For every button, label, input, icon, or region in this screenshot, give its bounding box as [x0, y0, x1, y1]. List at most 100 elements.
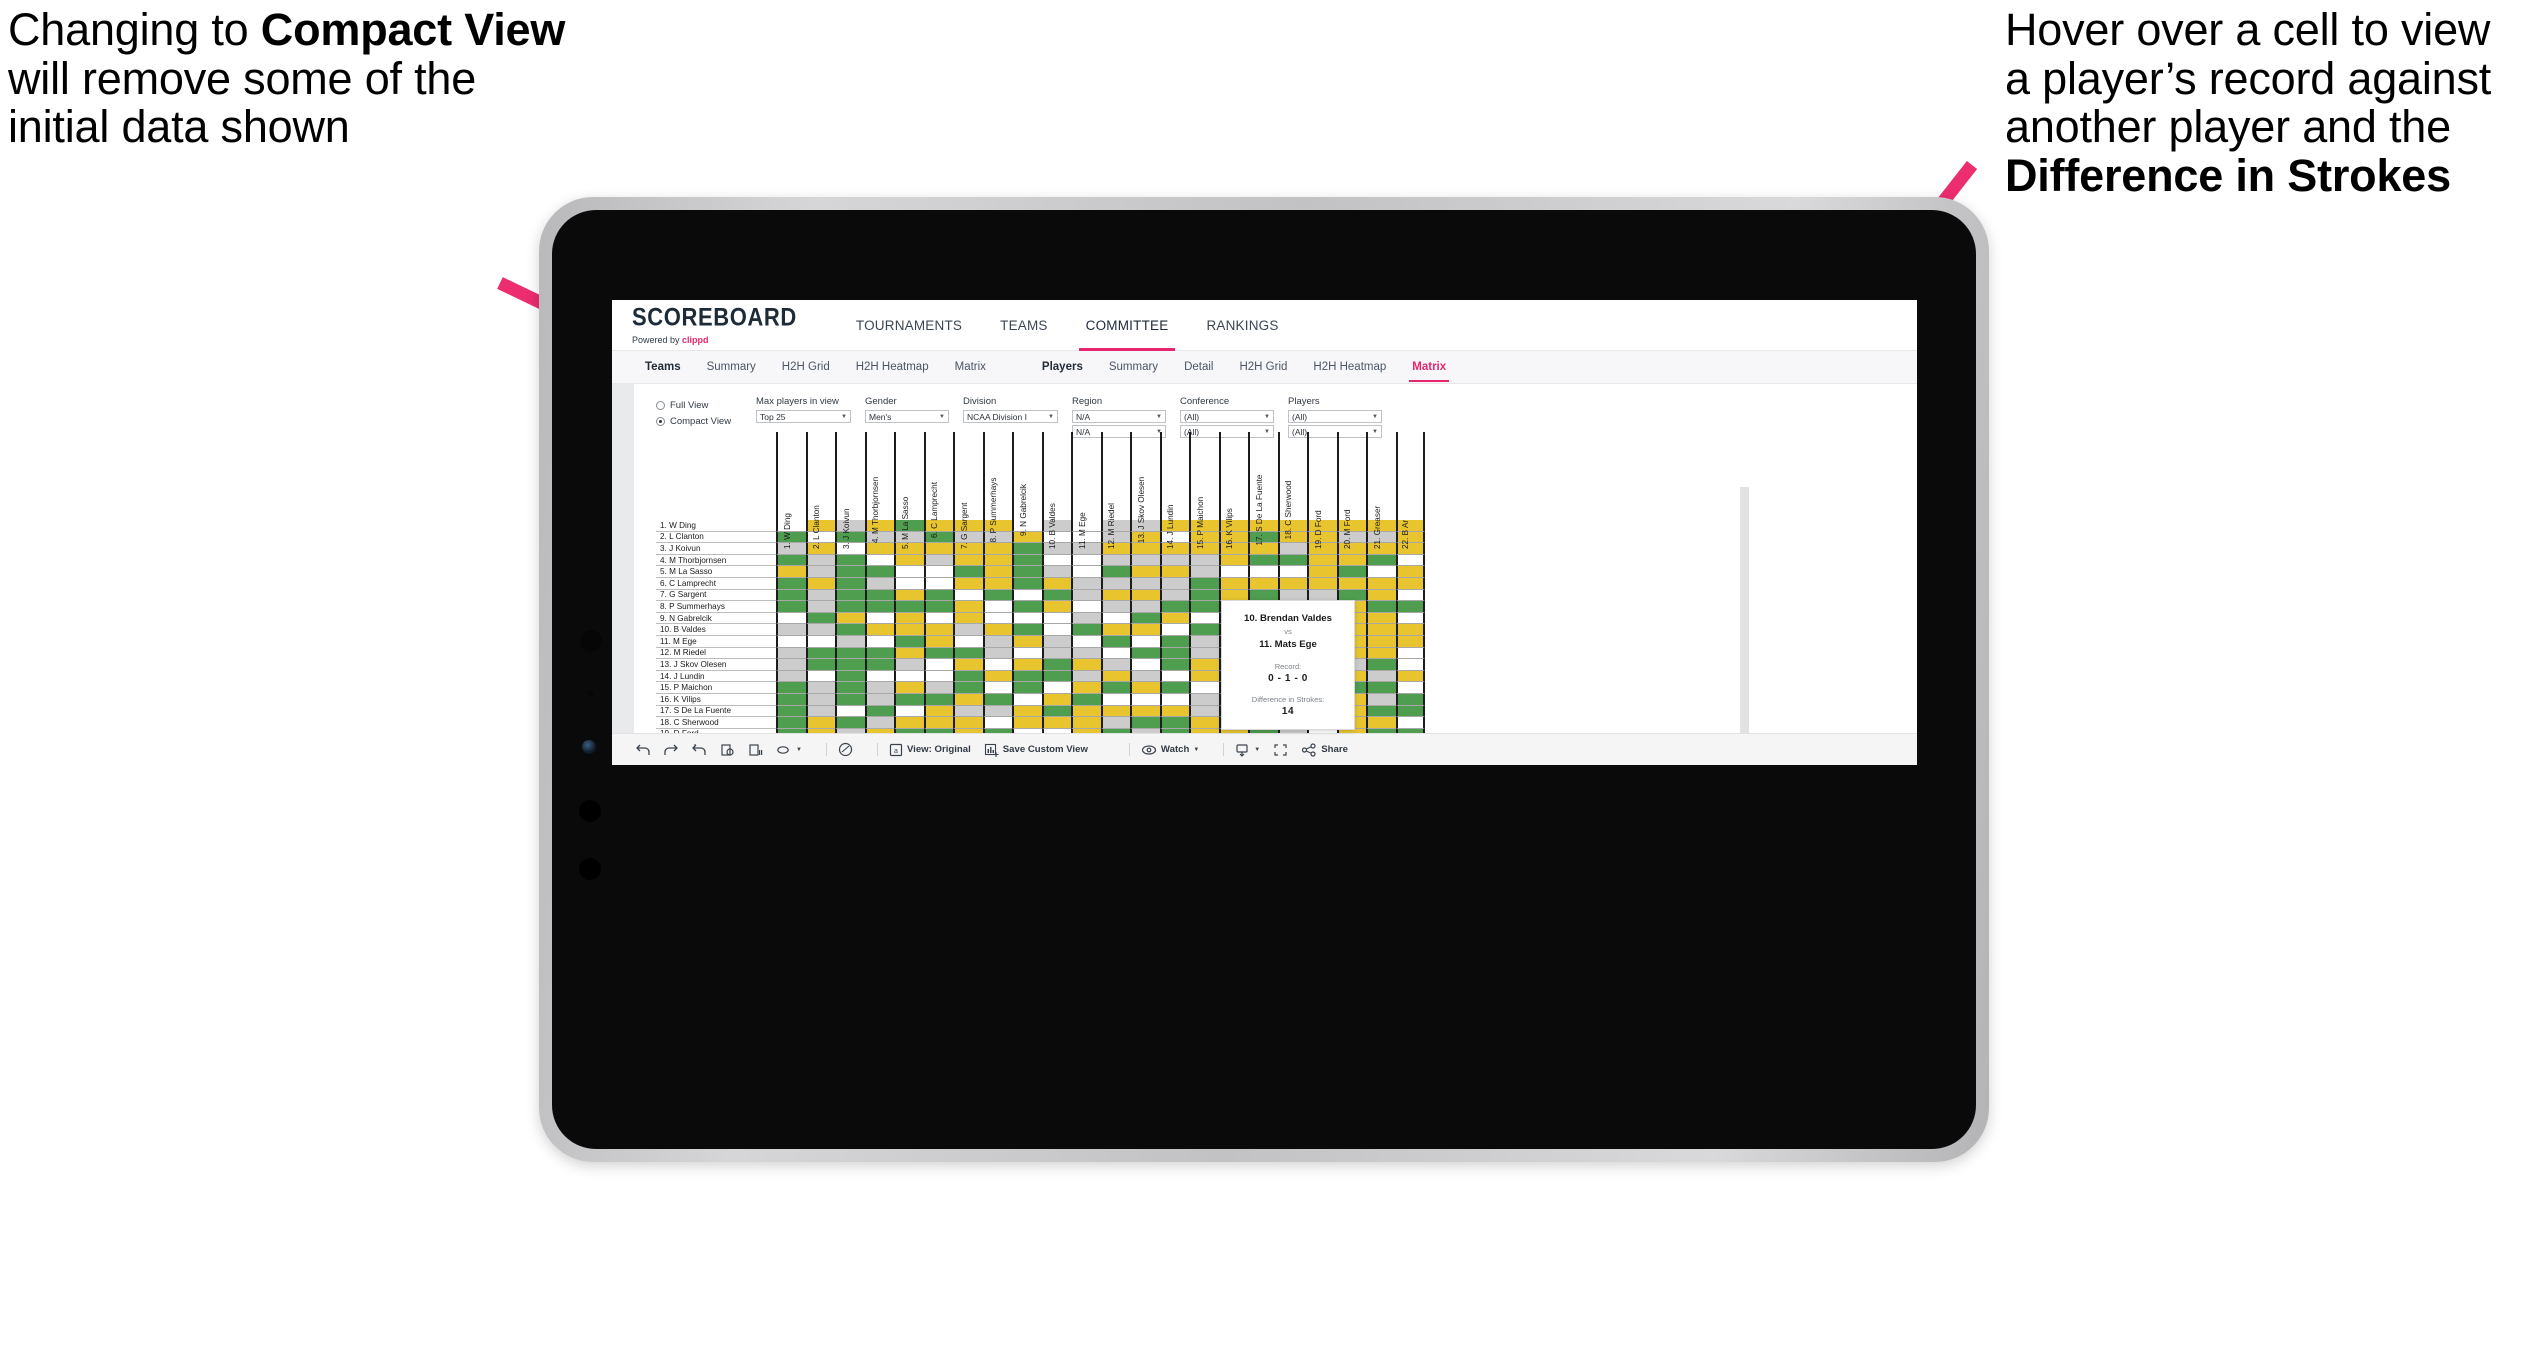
- matrix-cell[interactable]: [1189, 554, 1219, 567]
- matrix-cell[interactable]: [835, 647, 865, 660]
- matrix-cell[interactable]: [953, 554, 983, 567]
- matrix-cell[interactable]: [1159, 717, 1189, 729]
- matrix-cell[interactable]: [776, 659, 806, 671]
- matrix-column-header[interactable]: 12. M Riedel: [1100, 432, 1131, 549]
- matrix-cell[interactable]: [864, 647, 894, 660]
- matrix-column-header[interactable]: 19. D Ford: [1307, 432, 1337, 549]
- matrix-cell[interactable]: [982, 589, 1012, 602]
- matrix-cell[interactable]: [923, 554, 953, 567]
- matrix-cell[interactable]: [1071, 717, 1101, 729]
- matrix-cell[interactable]: [953, 659, 983, 671]
- matrix-cell[interactable]: [1159, 601, 1189, 613]
- subnav-item-players-summary[interactable]: Summary: [1096, 351, 1171, 384]
- matrix-cell[interactable]: [835, 624, 865, 636]
- matrix-cell[interactable]: [1041, 577, 1071, 590]
- matrix-cell[interactable]: [1366, 589, 1396, 602]
- matrix-cell[interactable]: [1189, 693, 1219, 706]
- matrix-cell[interactable]: [1071, 554, 1101, 567]
- matrix-cell[interactable]: [1041, 589, 1071, 602]
- matrix-cell[interactable]: [1100, 635, 1130, 648]
- matrix-cell[interactable]: [1012, 612, 1042, 625]
- matrix-cell[interactable]: [1012, 601, 1042, 613]
- topnav-item-tournaments[interactable]: TOURNAMENTS: [837, 300, 981, 351]
- matrix-cell[interactable]: [1395, 693, 1425, 706]
- matrix-cell[interactable]: [953, 705, 983, 718]
- matrix-cell[interactable]: [923, 659, 953, 671]
- matrix-cell[interactable]: [1130, 635, 1160, 648]
- matrix-cell[interactable]: [776, 635, 806, 648]
- matrix-cell[interactable]: [805, 717, 835, 729]
- matrix-column-header[interactable]: 13. J Skov Olesen: [1130, 432, 1160, 543]
- matrix-column-header[interactable]: 11. M Ege: [1071, 432, 1101, 549]
- filter-players-select-1[interactable]: (All) ▼: [1288, 410, 1382, 423]
- matrix-row-label[interactable]: 11. M Ege: [656, 636, 776, 648]
- matrix-cell[interactable]: [982, 682, 1012, 694]
- matrix-cell[interactable]: [894, 577, 924, 590]
- matrix-cell[interactable]: [805, 647, 835, 660]
- matrix-cell[interactable]: [805, 624, 835, 636]
- subnav-group-teams[interactable]: Teams: [632, 351, 694, 384]
- matrix-cell[interactable]: [864, 717, 894, 729]
- subnav-item-players-h2h-grid[interactable]: H2H Grid: [1226, 351, 1300, 384]
- matrix-cell[interactable]: [923, 705, 953, 718]
- subnav-group-players[interactable]: Players: [1029, 351, 1096, 384]
- matrix-column-header[interactable]: 18. C Sherwood: [1277, 432, 1308, 539]
- matrix-cell[interactable]: [1159, 589, 1189, 602]
- matrix-cell[interactable]: [1130, 659, 1160, 671]
- matrix-cell[interactable]: [1100, 659, 1130, 671]
- matrix-cell[interactable]: [1189, 670, 1219, 683]
- matrix-cell[interactable]: [923, 589, 953, 602]
- matrix-cell[interactable]: [776, 670, 806, 683]
- matrix-cell[interactable]: [1159, 566, 1189, 578]
- matrix-cell[interactable]: [1012, 705, 1042, 718]
- matrix-cell[interactable]: [776, 693, 806, 706]
- matrix-cell[interactable]: [894, 635, 924, 648]
- matrix-cell[interactable]: [805, 670, 835, 683]
- matrix-row-label[interactable]: 7. G Sargent: [656, 590, 776, 602]
- matrix-cell[interactable]: [1159, 705, 1189, 718]
- matrix-row-label[interactable]: 17. S De La Fuente: [656, 706, 776, 718]
- matrix-cell[interactable]: [923, 717, 953, 729]
- matrix-cell[interactable]: [1277, 566, 1307, 578]
- matrix-cell[interactable]: [1189, 589, 1219, 602]
- subnav-item-teams-h2h-heatmap[interactable]: H2H Heatmap: [843, 351, 942, 384]
- matrix-cell[interactable]: [1130, 566, 1160, 578]
- matrix-cell[interactable]: [1395, 566, 1425, 578]
- view-original-button[interactable]: a View: Original: [889, 743, 971, 757]
- refresh-data-button[interactable]: [720, 743, 735, 757]
- matrix-cell[interactable]: [1395, 717, 1425, 729]
- matrix-cell[interactable]: [1012, 647, 1042, 660]
- matrix-cell[interactable]: [1100, 601, 1130, 613]
- matrix-cell[interactable]: [864, 682, 894, 694]
- matrix-cell[interactable]: [864, 601, 894, 613]
- matrix-cell[interactable]: [1041, 624, 1071, 636]
- matrix-cell[interactable]: [982, 554, 1012, 567]
- matrix-cell[interactable]: [1366, 624, 1396, 636]
- matrix-cell[interactable]: [1366, 612, 1396, 625]
- matrix-cell[interactable]: [1071, 693, 1101, 706]
- matrix-cell[interactable]: [835, 601, 865, 613]
- matrix-row-label[interactable]: 14. J Lundin: [656, 671, 776, 683]
- matrix-cell[interactable]: [982, 624, 1012, 636]
- matrix-cell[interactable]: [835, 682, 865, 694]
- matrix-cell[interactable]: [1366, 635, 1396, 648]
- matrix-cell[interactable]: [1100, 589, 1130, 602]
- matrix-cell[interactable]: [1366, 566, 1396, 578]
- matrix-cell[interactable]: [1248, 577, 1278, 590]
- matrix-cell[interactable]: [1395, 531, 1425, 544]
- matrix-column-header[interactable]: 14. J Lundin: [1159, 432, 1190, 549]
- matrix-cell[interactable]: [1130, 647, 1160, 660]
- matrix-cell[interactable]: [1159, 693, 1189, 706]
- filter-gender-select[interactable]: Men's ▼: [865, 410, 949, 423]
- matrix-cell[interactable]: [953, 601, 983, 613]
- pan-mode-button[interactable]: ▼: [776, 743, 802, 757]
- matrix-cell[interactable]: [982, 601, 1012, 613]
- matrix-cell[interactable]: [864, 612, 894, 625]
- matrix-cell[interactable]: [1071, 659, 1101, 671]
- matrix-cell[interactable]: [982, 635, 1012, 648]
- matrix-cell[interactable]: [1100, 693, 1130, 706]
- matrix-cell[interactable]: [1012, 589, 1042, 602]
- save-custom-view-button[interactable]: Save Custom View: [984, 743, 1088, 757]
- brand-logo[interactable]: SCOREBOARD Powered by clippd: [632, 302, 797, 344]
- matrix-column-header[interactable]: 16. K Vilips: [1218, 432, 1249, 549]
